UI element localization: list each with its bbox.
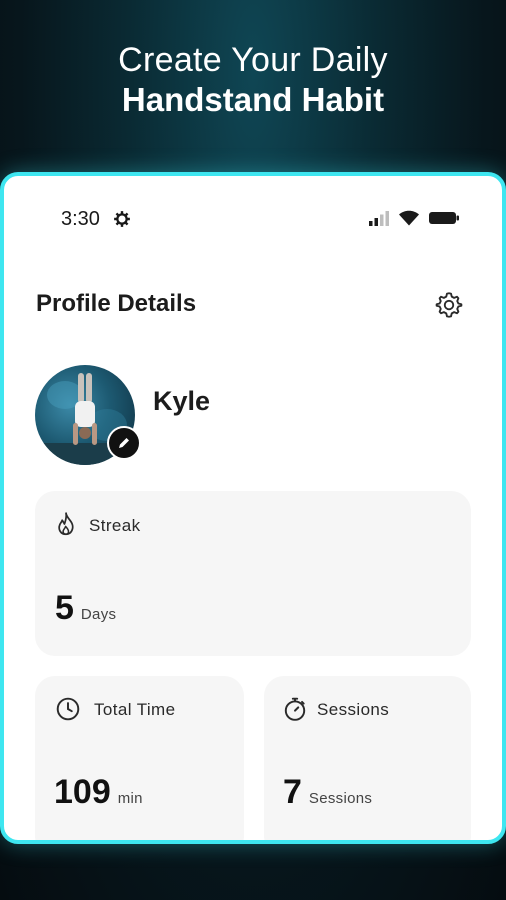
- status-time: 3:30: [61, 208, 100, 230]
- sessions-card: Sessions 7 Sessions: [264, 676, 471, 840]
- streak-number: 5: [55, 589, 74, 627]
- total-time-card: Total Time 109 min: [35, 676, 244, 840]
- sessions-number: 7: [283, 773, 302, 811]
- streak-value: 5 Days: [55, 589, 116, 628]
- sessions-value: 7 Sessions: [283, 773, 372, 812]
- promo-headline: Create Your Daily Handstand Habit: [0, 40, 506, 120]
- streak-label: Streak: [89, 516, 141, 535]
- gear-icon[interactable]: [434, 290, 464, 320]
- sessions-unit: Sessions: [308, 790, 373, 807]
- clock-icon: [56, 697, 80, 721]
- streak-card: Streak 5 Days: [35, 491, 471, 656]
- edit-avatar-button[interactable]: [107, 426, 141, 460]
- wifi-icon: [399, 210, 419, 226]
- total-time-value: 109 min: [54, 773, 143, 812]
- headline-line-2: Handstand Habit: [121, 81, 385, 118]
- total-time-label: Total Time: [94, 700, 176, 719]
- streak-unit: Days: [80, 606, 117, 623]
- settings-gear-icon: [114, 211, 130, 227]
- total-time-number: 109: [54, 773, 111, 811]
- page-title: Profile Details: [36, 290, 197, 317]
- user-name: Kyle: [153, 386, 211, 416]
- sessions-label: Sessions: [317, 700, 390, 719]
- status-icons: [368, 210, 460, 226]
- flame-icon: [58, 512, 74, 536]
- battery-icon: [429, 212, 459, 224]
- stopwatch-icon: [284, 697, 306, 721]
- total-time-unit: min: [117, 790, 143, 807]
- signal-icon: [369, 211, 389, 226]
- status-bar: 3:30: [4, 206, 502, 234]
- phone-screen: 3:30 Profile Details Kyle Streak 5 Days …: [0, 172, 506, 844]
- headline-line-1: Create Your Daily: [118, 41, 388, 79]
- pencil-icon: [119, 438, 129, 448]
